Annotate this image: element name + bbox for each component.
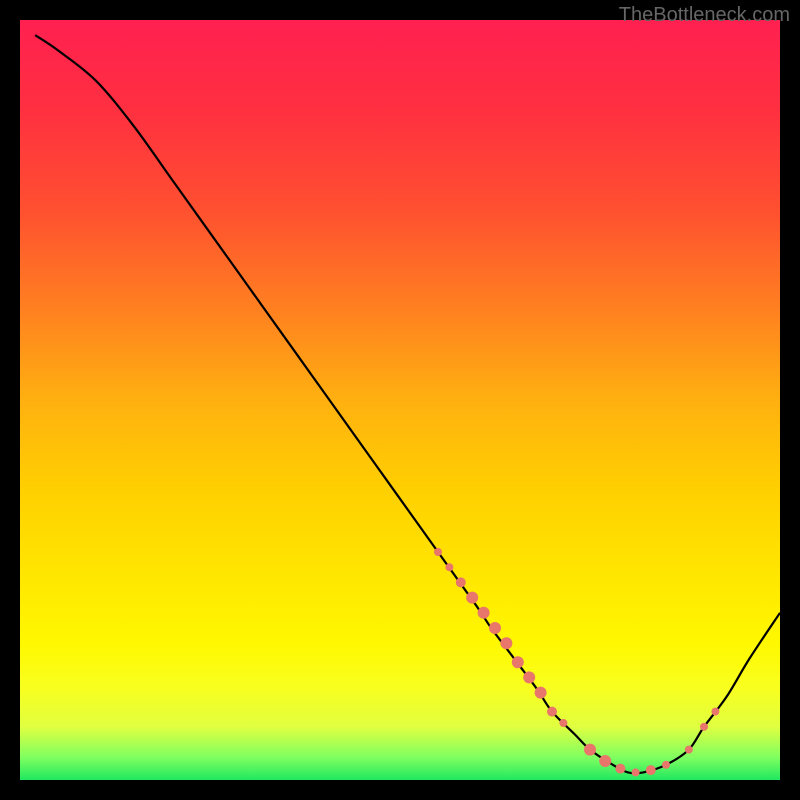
gradient-background <box>20 20 780 780</box>
curve-marker <box>662 761 670 769</box>
curve-marker <box>500 637 512 649</box>
curve-marker <box>466 592 478 604</box>
curve-marker <box>456 577 466 587</box>
watermark-text: TheBottleneck.com <box>619 4 790 27</box>
curve-marker <box>584 744 596 756</box>
curve-marker <box>646 765 656 775</box>
curve-marker <box>445 563 453 571</box>
curve-marker <box>535 687 547 699</box>
curve-marker <box>523 671 535 683</box>
curve-marker <box>632 768 640 776</box>
curve-marker <box>711 708 719 716</box>
curve-marker <box>512 656 524 668</box>
curve-marker <box>685 746 693 754</box>
curve-marker <box>615 764 625 774</box>
chart-svg <box>20 20 780 780</box>
curve-marker <box>489 622 501 634</box>
curve-marker <box>547 707 557 717</box>
curve-marker <box>559 719 567 727</box>
curve-marker <box>700 723 708 731</box>
curve-marker <box>434 548 442 556</box>
chart-frame <box>20 20 780 780</box>
curve-marker <box>599 755 611 767</box>
curve-marker <box>478 607 490 619</box>
